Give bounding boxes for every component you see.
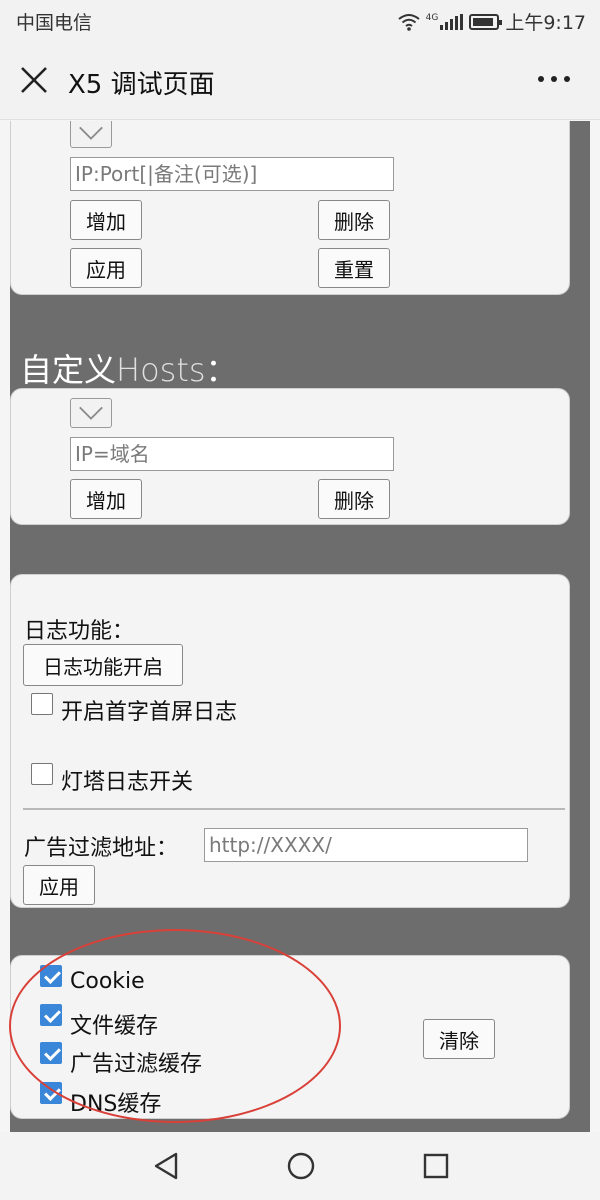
close-icon[interactable] [18,64,50,96]
dns-cache-label: DNS缓存 [70,1092,162,1117]
proxy-select[interactable] [70,121,112,148]
log-toggle-button[interactable]: 日志功能开启 [23,644,183,686]
ad-filter-label: 广告过滤地址： [24,836,179,861]
status-bar: 中国电信 4G 上午9:17 [0,0,600,40]
hosts-heading-cn: 自定义 [20,351,117,389]
first-screen-log-checkbox[interactable] [31,693,53,715]
hosts-heading: 自定义Hosts： [20,345,238,391]
hosts-heading-colon: ： [205,351,238,389]
proxy-add-button[interactable]: 增加 [70,200,142,240]
clear-cache-button[interactable]: 清除 [423,1019,495,1059]
signal-icon [440,13,464,30]
proxy-input[interactable] [70,157,394,191]
first-screen-log-label: 开启首字首屏日志 [61,700,238,725]
log-card: 日志功能： 日志功能开启 开启首字首屏日志 灯塔日志开关 广告过滤地址： 应用 [10,574,570,908]
log-title: 日志功能： [24,619,135,644]
hosts-delete-button[interactable]: 删除 [318,479,390,519]
hosts-add-button[interactable]: 增加 [70,479,142,519]
clock: 上午9:17 [505,12,586,34]
hosts-select[interactable] [70,398,112,428]
proxy-reset-button[interactable]: 重置 [318,248,390,288]
file-cache-label: 文件缓存 [70,1014,159,1039]
cookie-checkbox[interactable] [40,965,62,987]
chevron-down-icon [79,126,103,140]
ad-filter-cache-checkbox[interactable] [40,1042,62,1064]
page-content[interactable]: 增加 删除 应用 重置 自定义Hosts： 增加 删除 日志功能： 日志功能开启… [0,121,600,1132]
divider [23,808,565,810]
ad-filter-apply-button[interactable]: 应用 [23,865,95,905]
carrier-name: 中国电信 [16,12,93,34]
status-icons: 4G 上午9:17 [398,8,586,35]
hosts-input[interactable] [70,437,394,471]
recent-apps-icon[interactable] [420,1150,452,1182]
dns-cache-checkbox[interactable] [40,1082,62,1104]
proxy-apply-button[interactable]: 应用 [70,248,142,288]
system-nav-bar [0,1132,600,1200]
file-cache-checkbox[interactable] [40,1004,62,1026]
lighthouse-log-label: 灯塔日志开关 [61,770,194,795]
more-icon[interactable] [538,76,570,82]
network-type: 4G [425,12,439,23]
battery-icon [469,13,503,30]
ad-filter-cache-label: 广告过滤缓存 [70,1052,203,1077]
back-icon[interactable] [150,1150,182,1182]
home-icon[interactable] [285,1150,317,1182]
proxy-delete-button[interactable]: 删除 [318,200,390,240]
lighthouse-log-checkbox[interactable] [31,763,53,785]
hosts-card: 增加 删除 [10,388,570,525]
proxy-card: 增加 删除 应用 重置 [10,121,570,295]
wifi-icon [398,13,420,31]
cache-card: Cookie 文件缓存 广告过滤缓存 DNS缓存 清除 [10,955,570,1119]
cookie-label: Cookie [70,969,145,994]
nav-bar: X5 调试页面 [0,40,600,120]
ad-filter-input[interactable] [204,828,528,862]
chevron-down-icon [79,406,103,420]
page-title: X5 调试页面 [68,70,215,100]
hosts-heading-en: Hosts [116,351,206,389]
